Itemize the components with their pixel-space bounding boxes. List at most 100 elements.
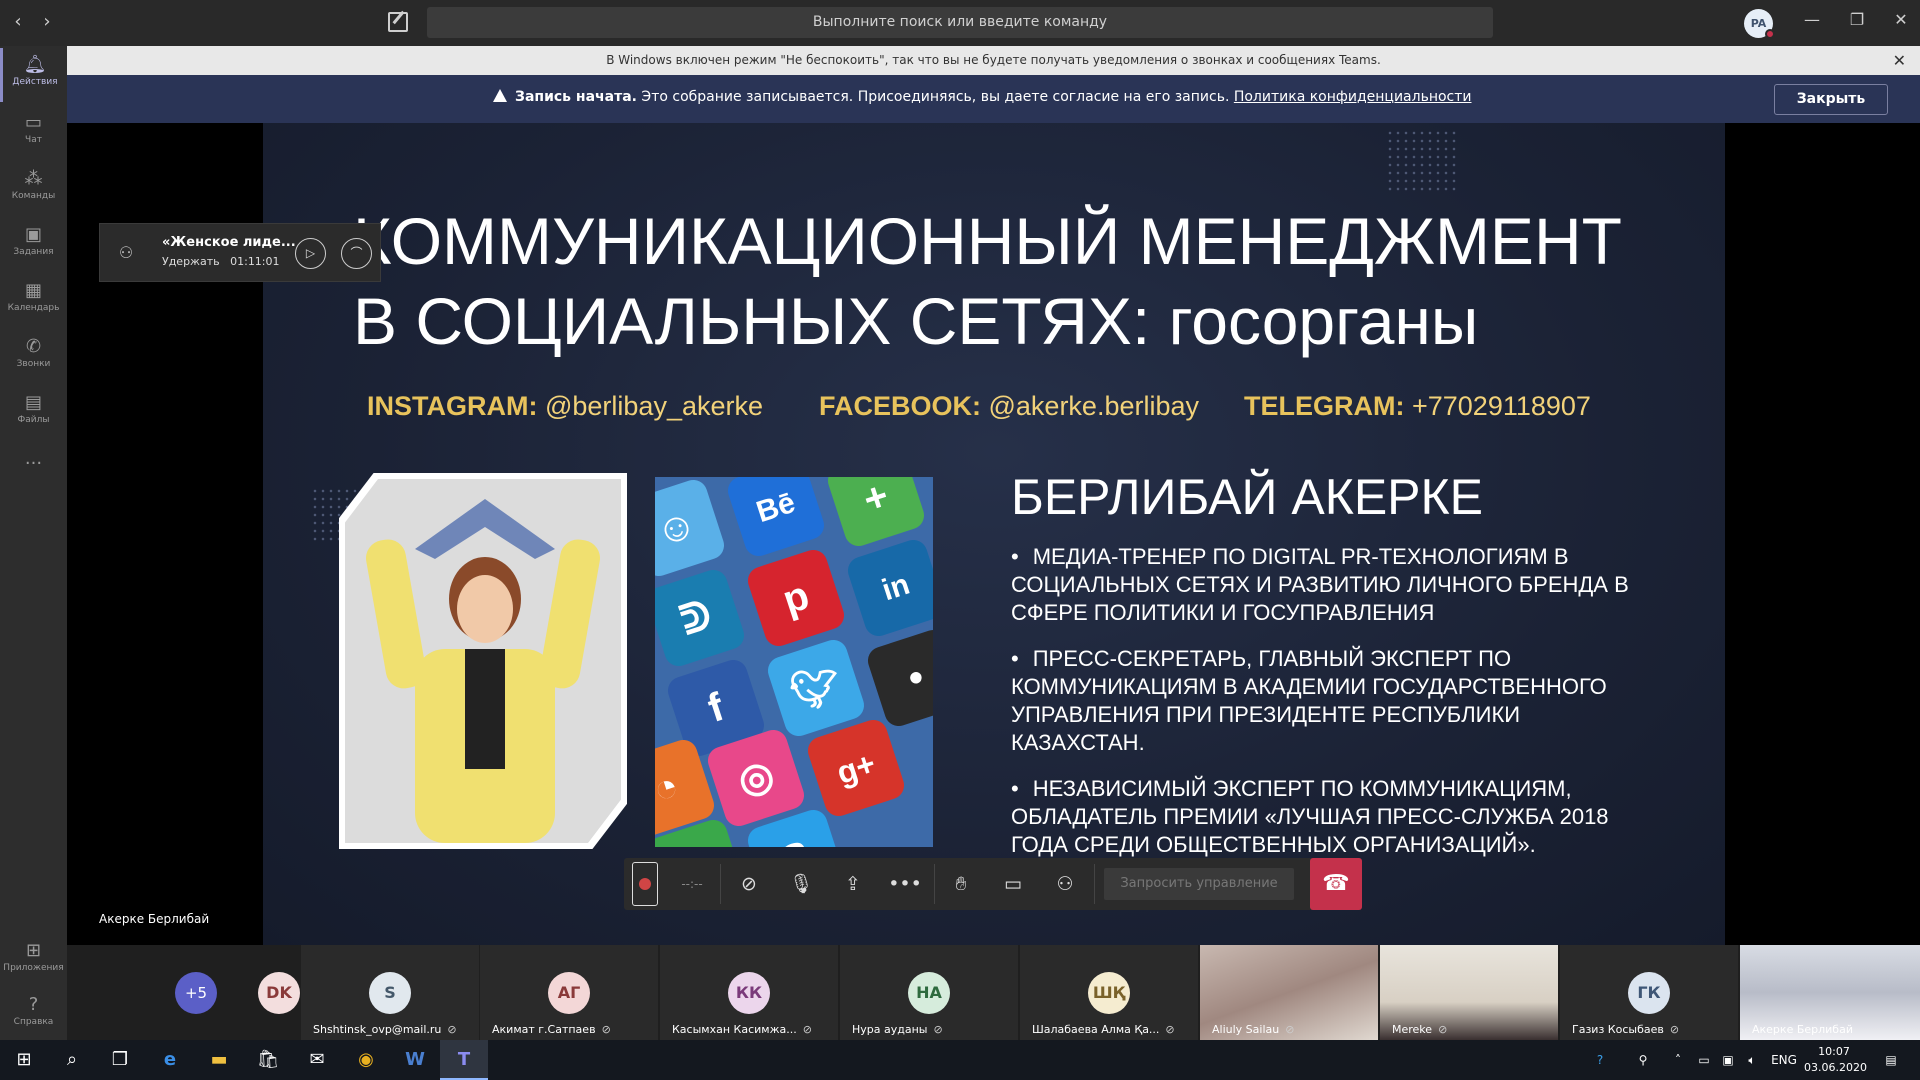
participant-name: Шалабаева Алма Қа... ⊘ — [1032, 1023, 1175, 1036]
rail-item-files[interactable]: ▤ Файлы — [0, 386, 67, 440]
end-held-call-icon[interactable]: ⌒ — [341, 238, 372, 269]
rail-label: Файлы — [17, 415, 50, 425]
clock[interactable]: 10:07 03.06.2020 — [1804, 1044, 1867, 1076]
participant-video-tile[interactable]: Mereke ⊘ — [1380, 945, 1558, 1040]
raise-hand-icon[interactable]: ✋︎ — [936, 858, 986, 910]
participant-avatar[interactable]: DK — [258, 972, 300, 1014]
more-options-icon[interactable]: ••• — [880, 858, 930, 910]
recording-indicator-icon[interactable] — [632, 862, 658, 906]
status-dot — [1765, 29, 1775, 39]
new-chat-icon[interactable] — [388, 12, 408, 32]
close-window-icon[interactable]: ✕ — [1886, 10, 1916, 29]
participant-tile[interactable]: S Shshtinsk_ovp@mail.ru ⊘ — [301, 945, 479, 1040]
apps-icon: ⊞ — [25, 940, 42, 961]
rail-item-calendar[interactable]: ▦ Календарь — [0, 274, 67, 328]
rail-item-activity[interactable]: 🔔︎ Действия — [0, 48, 67, 102]
participant-name: Mereke ⊘ — [1392, 1023, 1447, 1036]
request-control-button[interactable]: Запросить управление — [1104, 868, 1294, 900]
chevron-up-icon[interactable]: ˄ — [1666, 1040, 1690, 1080]
participant-tile[interactable]: КК Касымхан Касимжа... ⊘ — [660, 945, 838, 1040]
search-icon[interactable]: ⌕ — [48, 1040, 96, 1080]
participant-tile[interactable]: ГК Газиз Косыбаев ⊘ — [1560, 945, 1738, 1040]
assignments-icon: ▣ — [24, 224, 42, 245]
decor-dots — [1386, 129, 1456, 193]
task-view-icon[interactable]: ❐ — [96, 1040, 144, 1080]
google-plus-icon: g+ — [804, 716, 908, 820]
recording-bold: Запись начата. — [515, 89, 637, 105]
participant-tile[interactable]: НА Нура ауданы ⊘ — [840, 945, 1018, 1040]
rail-label: Команды — [11, 191, 56, 201]
forward-arrow-icon[interactable]: › — [37, 11, 57, 32]
facebook-handle: FACEBOOK: @akerke.berlibay — [819, 391, 1199, 422]
held-call-title: «Женское лиде... — [162, 235, 296, 250]
close-icon[interactable]: ✕ — [1893, 46, 1906, 75]
restore-icon[interactable]: ❐ — [1842, 10, 1872, 29]
privacy-link[interactable]: Политика конфиденциальности — [1234, 89, 1472, 105]
notifications-icon[interactable]: ▤ — [1876, 1040, 1906, 1080]
participant-name: Акерке Берлибай — [1752, 1023, 1853, 1036]
minimize-icon[interactable]: — — [1797, 10, 1827, 29]
battery-icon[interactable]: ▭ — [1692, 1040, 1716, 1080]
participant-tile[interactable]: ШҚ Шалабаева Алма Қа... ⊘ — [1020, 945, 1198, 1040]
speaker-photo — [339, 473, 627, 849]
rail-item-chat[interactable]: ▭ Чат — [0, 106, 67, 160]
network-icon[interactable]: ▣ — [1716, 1040, 1740, 1080]
teams-icon: ⁂ — [24, 168, 43, 189]
clock-date: 03.06.2020 — [1804, 1061, 1867, 1074]
close-banner-button[interactable]: Закрыть — [1774, 84, 1888, 115]
participant-video-tile[interactable]: Акерке Берлибай — [1740, 945, 1920, 1040]
file-explorer-icon[interactable]: ▬ — [195, 1040, 243, 1080]
participant-name-text: Mereke — [1392, 1023, 1433, 1036]
share-screen-icon[interactable]: ⇪ — [828, 858, 878, 910]
more-participants-button[interactable]: +5 — [175, 972, 217, 1014]
participant-name: Касымхан Касимжа... ⊘ — [672, 1023, 812, 1036]
rail-item-calls[interactable]: ✆ Звонки — [0, 330, 67, 384]
divider — [934, 864, 935, 904]
teams-taskbar-icon[interactable]: T — [440, 1040, 488, 1080]
help-tray-icon[interactable]: ? — [1585, 1040, 1615, 1080]
resume-play-icon[interactable]: ▷ — [295, 238, 326, 269]
participant-avatar: ГК — [1628, 972, 1670, 1014]
word-icon[interactable]: W — [391, 1040, 439, 1080]
instagram-label: INSTAGRAM: — [367, 391, 538, 421]
bio-item: НЕЗАВИСИМЫЙ ЭКСПЕРТ ПО КОММУНИКАЦИЯМ, ОБ… — [1011, 775, 1651, 859]
participant-avatar: НА — [908, 972, 950, 1014]
mic-off-icon[interactable]: 🎙︎ — [776, 858, 826, 910]
call-controls: --:-- ⊘ 🎙︎ ⇪ ••• ✋︎ ▭ ⚇ Запросить управл… — [624, 858, 1362, 910]
edge-browser-icon[interactable]: e — [146, 1040, 194, 1080]
rail-item-teams[interactable]: ⁂ Команды — [0, 162, 67, 216]
participant-name: Газиз Косыбаев ⊘ — [1572, 1023, 1679, 1036]
participant-name-text: Шалабаева Алма Қа... — [1032, 1023, 1160, 1036]
back-arrow-icon[interactable]: ‹ — [8, 11, 28, 32]
person-tray-icon[interactable]: ⚲ — [1628, 1040, 1658, 1080]
rail-item-help[interactable]: ? Справка — [0, 988, 67, 1042]
language-indicator[interactable]: ENG — [1766, 1040, 1802, 1080]
search-input[interactable]: Выполните поиск или введите команду — [427, 7, 1493, 38]
windows-start-icon[interactable]: ⊞ — [0, 1040, 48, 1080]
rail-item-apps[interactable]: ⊞ Приложения — [0, 934, 67, 988]
presenter-name-label: Акерке Берлибай — [99, 912, 210, 926]
participants-icon[interactable]: ⚇ — [1040, 858, 1090, 910]
more-icon: ... — [24, 448, 43, 469]
rail-label: Календарь — [7, 303, 60, 313]
store-icon[interactable]: 🛍︎ — [244, 1040, 292, 1080]
user-avatar[interactable]: PA — [1744, 9, 1775, 39]
rail-label: Справка — [13, 1017, 54, 1027]
camera-off-icon[interactable]: ⊘ — [724, 858, 774, 910]
hang-up-button[interactable]: ☎︎ — [1310, 858, 1362, 910]
mic-muted-icon: ⊘ — [601, 1023, 611, 1036]
held-call-panel[interactable]: ⚇ «Женское лиде... Удержать 01:11:01 ▷ ⌒ — [99, 223, 381, 282]
volume-icon[interactable]: 🔈︎ — [1740, 1040, 1764, 1080]
rail-label: Действия — [12, 77, 58, 87]
rail-item-more[interactable]: ... — [0, 442, 67, 496]
rail-label: Звонки — [16, 359, 51, 369]
participant-avatar: АГ — [548, 972, 590, 1014]
rail-item-assignments[interactable]: ▣ Задания — [0, 218, 67, 272]
mic-muted-icon: ⊘ — [1285, 1023, 1295, 1036]
participant-tile[interactable]: АГ Акимат г.Сатпаев ⊘ — [480, 945, 658, 1040]
chat-panel-icon[interactable]: ▭ — [988, 858, 1038, 910]
participant-video-tile[interactable]: Aliuly Sailau ⊘ — [1200, 945, 1378, 1040]
mail-icon[interactable]: ✉ — [293, 1040, 341, 1080]
file-icon: ▤ — [24, 392, 42, 413]
chrome-icon[interactable]: ◉ — [342, 1040, 390, 1080]
